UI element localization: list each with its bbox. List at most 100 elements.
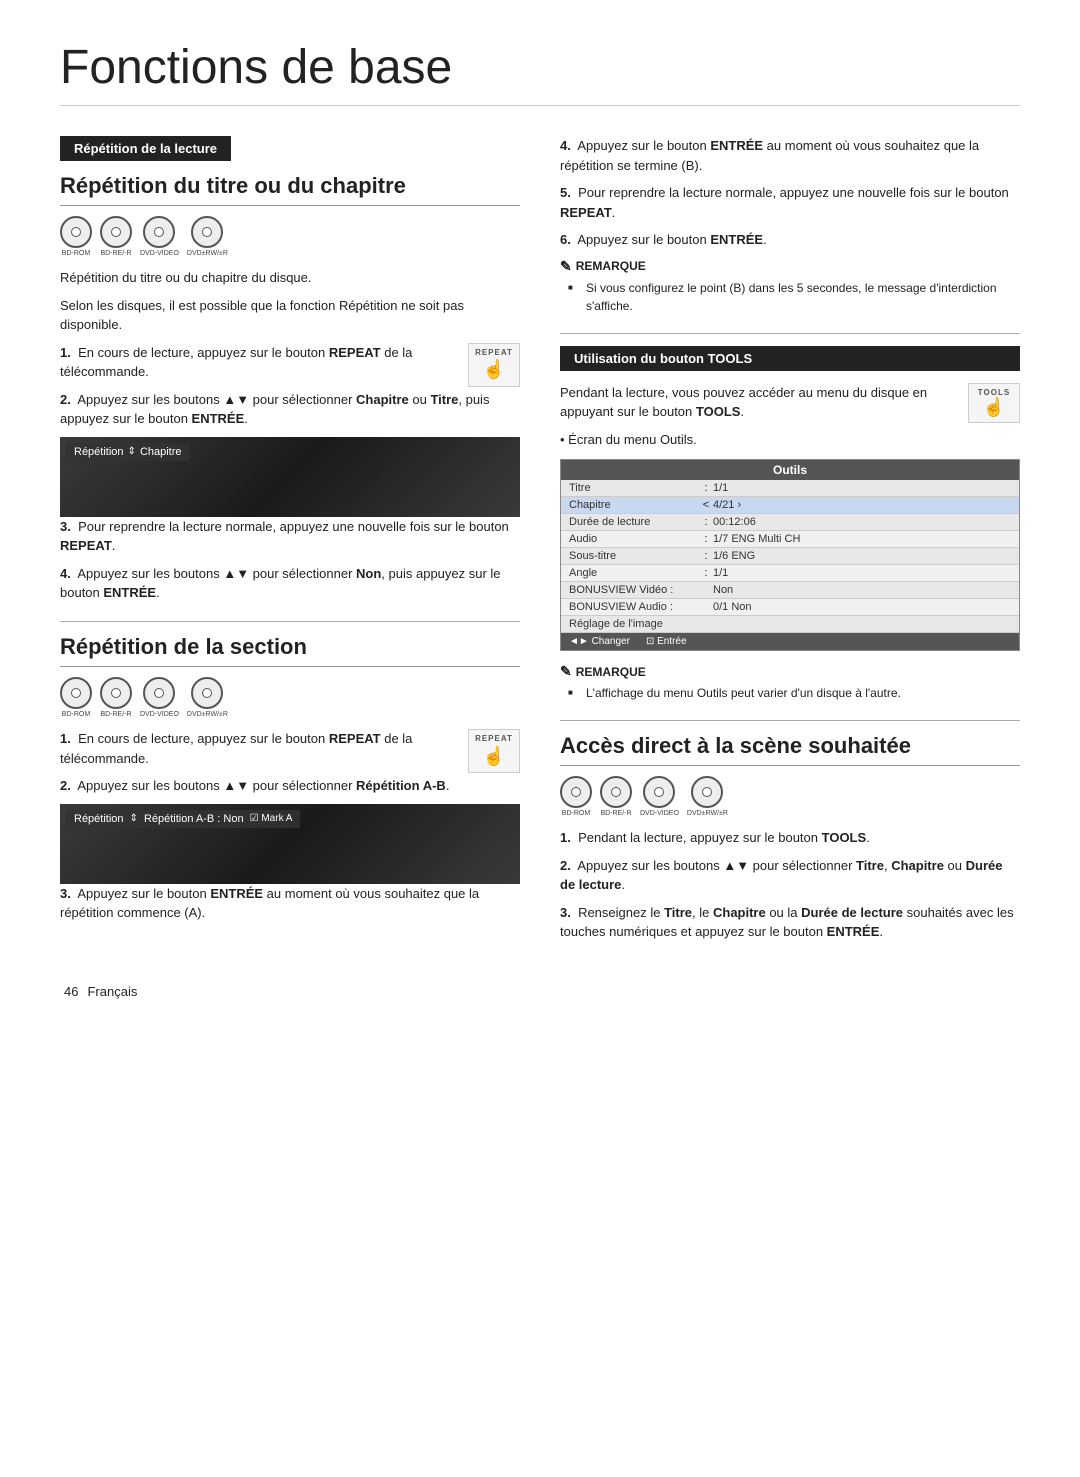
step1-section2-text: 1. En cours de lecture, appuyez sur le b…	[60, 729, 520, 768]
disc-icons-group3: BD-ROM BD-RE/-R DVD-VIDEO DVD±RW/±R	[560, 776, 1020, 818]
outils-key-angle: Angle	[569, 567, 699, 579]
outils-screen-bullet: Écran du menu Outils.	[560, 430, 1020, 450]
disc-icon-bdre2: BD-RE/-R	[100, 677, 132, 719]
acces-step2-text: 2. Appuyez sur les boutons ▲▼ pour sélec…	[560, 856, 1020, 895]
remark-label-2: REMARQUE	[576, 665, 646, 679]
outils-footer-right: ⊡ Entrée	[646, 636, 687, 647]
outils-val-angle: 1/1	[713, 567, 1011, 579]
disc-icon-dvdvideo2: DVD-VIDEO	[140, 677, 179, 719]
pencil-icon-1: ✎	[560, 258, 572, 275]
disc-icon-dvdvideo: DVD-VIDEO	[140, 216, 179, 258]
outils-title-bar: Outils	[561, 460, 1019, 480]
tools-description-text: Pendant la lecture, vous pouvez accéder …	[560, 383, 1020, 422]
outils-key-audio: Audio	[569, 533, 699, 545]
outils-row-bonusvideo: BONUSVIEW Vidéo : Non	[561, 582, 1019, 599]
step3-text: 3. Pour reprendre la lecture normale, ap…	[60, 517, 520, 556]
step1-group: REPEAT ☝ 1. En cours de lecture, appuyez…	[60, 343, 520, 390]
outils-key-titre: Titre	[569, 482, 699, 494]
step5-right-text: 5. Pour reprendre la lecture normale, ap…	[560, 183, 1020, 222]
acces-step1-text: 1. Pendant la lecture, appuyez sur le bo…	[560, 828, 1020, 848]
page-lang-label: Français	[87, 984, 137, 999]
step2-section2-text: 2. Appuyez sur les boutons ▲▼ pour sélec…	[60, 776, 520, 796]
section-header-repetition: Répétition de la lecture	[60, 136, 231, 161]
disc-label-bdrom2: BD-ROM	[62, 711, 90, 719]
disc-icon-bdre3: BD-RE/-R	[600, 776, 632, 818]
outils-val-reglage	[713, 618, 1011, 630]
acces-step3-text: 3. Renseignez le Titre, le Chapitre ou l…	[560, 903, 1020, 942]
disc-circle-bdrom3	[560, 776, 592, 808]
disc-icon-bdrom: BD-ROM	[60, 216, 92, 258]
outils-val-chapitre: 4/21 ›	[713, 499, 1011, 511]
outils-sep-soustitre: :	[699, 550, 713, 562]
step1-section2-group: REPEAT ☝ 1. En cours de lecture, appuyez…	[60, 729, 520, 776]
disc-circle-bdrom	[60, 216, 92, 248]
tools-button-image: TOOLS ☝	[968, 383, 1020, 423]
disc-circle-bdre2	[100, 677, 132, 709]
ab-arrow-ud: ⇕	[130, 813, 138, 824]
remark-item-2: L'affichage du menu Outils peut varier d…	[576, 684, 1020, 702]
step4-text: 4. Appuyez sur les boutons ▲▼ pour sélec…	[60, 564, 520, 603]
disc-label-bdre2: BD-RE/-R	[100, 711, 131, 719]
disc-icons-group2: BD-ROM BD-RE/-R DVD-VIDEO DVD±RW/±R	[60, 677, 520, 719]
disc-icon-bdre: BD-RE/-R	[100, 216, 132, 258]
outils-row-bonusaudio: BONUSVIEW Audio : 0/1 Non	[561, 599, 1019, 616]
disc-circle-dvdvideo2	[143, 677, 175, 709]
disc-icon-bdrom3: BD-ROM	[560, 776, 592, 818]
outils-sep-bonusaudio	[699, 601, 713, 613]
screen-label: Répétition ⇕ Chapitre	[66, 443, 190, 461]
section-divider-1	[60, 621, 520, 622]
outils-key-bonusaudio: BONUSVIEW Audio :	[569, 601, 699, 613]
outils-key-bonusvideo: BONUSVIEW Vidéo :	[569, 584, 699, 596]
outils-row-reglage: Réglage de l'image	[561, 616, 1019, 633]
left-column: Répétition de la lecture Répétition du t…	[60, 136, 520, 950]
outils-val-bonusaudio: 0/1 Non	[713, 601, 1011, 613]
page-title: Fonctions de base	[60, 40, 1020, 106]
repeat-label2: REPEAT	[475, 734, 513, 744]
repeat-hand-icon2: ☝	[475, 745, 513, 768]
repeat-button-image: REPEAT ☝	[468, 343, 520, 387]
screen-text-chapitre: Chapitre	[140, 446, 182, 458]
outils-screen: Outils Titre : 1/1 Chapitre < 4/21 › Dur…	[560, 459, 1020, 651]
disc-circle-bdrom2	[60, 677, 92, 709]
description-1: Répétition du titre ou du chapitre du di…	[60, 268, 520, 288]
remark-list-1: Si vous configurez le point (B) dans les…	[560, 279, 1020, 315]
step4-right-text: 4. Appuyez sur le bouton ENTRÉE au momen…	[560, 136, 1020, 175]
disc-label-bdre3: BD-RE/-R	[600, 810, 631, 818]
repeat-button-image2: REPEAT ☝	[468, 729, 520, 773]
disc-circle-dvdvideo3	[643, 776, 675, 808]
disc-circle-bdre3	[600, 776, 632, 808]
step1-text: 1. En cours de lecture, appuyez sur le b…	[60, 343, 520, 382]
page-number: 46 Français	[60, 980, 1020, 1001]
disc-icon-bdrom2: BD-ROM	[60, 677, 92, 719]
ab-label: Répétition ⇕ Répétition A-B : Non ☑ Mark…	[66, 810, 300, 828]
disc-label-bdrom: BD-ROM	[62, 250, 90, 258]
outils-row-angle: Angle : 1/1	[561, 565, 1019, 582]
disc-label-dvdrw2: DVD±RW/±R	[187, 711, 228, 719]
remark-item-1: Si vous configurez le point (B) dans les…	[576, 279, 1020, 315]
outils-sep-reglage	[699, 618, 713, 630]
step3-section2-text: 3. Appuyez sur le bouton ENTRÉE au momen…	[60, 884, 520, 923]
outils-row-audio: Audio : 1/7 ENG Multi CH	[561, 531, 1019, 548]
outils-sep-angle: :	[699, 567, 713, 579]
outils-val-audio: 1/7 ENG Multi CH	[713, 533, 1011, 545]
disc-label-dvdrw3: DVD±RW/±R	[687, 810, 728, 818]
disc-icon-dvdrw2: DVD±RW/±R	[187, 677, 228, 719]
disc-label-dvdvideo3: DVD-VIDEO	[640, 810, 679, 818]
section-title-repetition: Répétition du titre ou du chapitre	[60, 173, 520, 206]
ab-check-mark: ☑ Mark A	[250, 813, 293, 824]
tools-description-group: TOOLS ☝ Pendant la lecture, vous pouvez …	[560, 383, 1020, 430]
outils-row-soustitre: Sous-titre : 1/6 ENG	[561, 548, 1019, 565]
outils-val-bonusvideo: Non	[713, 584, 1011, 596]
outils-key-soustitre: Sous-titre	[569, 550, 699, 562]
outils-key-chapitre: Chapitre	[569, 499, 699, 511]
pencil-icon-2: ✎	[560, 663, 572, 680]
disc-label-dvdvideo2: DVD-VIDEO	[140, 711, 179, 719]
disc-icons-group1: BD-ROM BD-RE/-R DVD-VIDEO DVD±RW/±R	[60, 216, 520, 258]
ab-text-value: Répétition A-B : Non	[144, 813, 244, 825]
remark-title-1: ✎ REMARQUE	[560, 258, 1020, 275]
outils-key-reglage: Réglage de l'image	[569, 618, 699, 630]
screen-arrow-ud: ⇕	[128, 446, 136, 457]
repeat-label: REPEAT	[475, 348, 513, 358]
screen-text-repetition: Répétition	[74, 446, 124, 458]
outils-footer: ◄► Changer ⊡ Entrée	[561, 633, 1019, 650]
